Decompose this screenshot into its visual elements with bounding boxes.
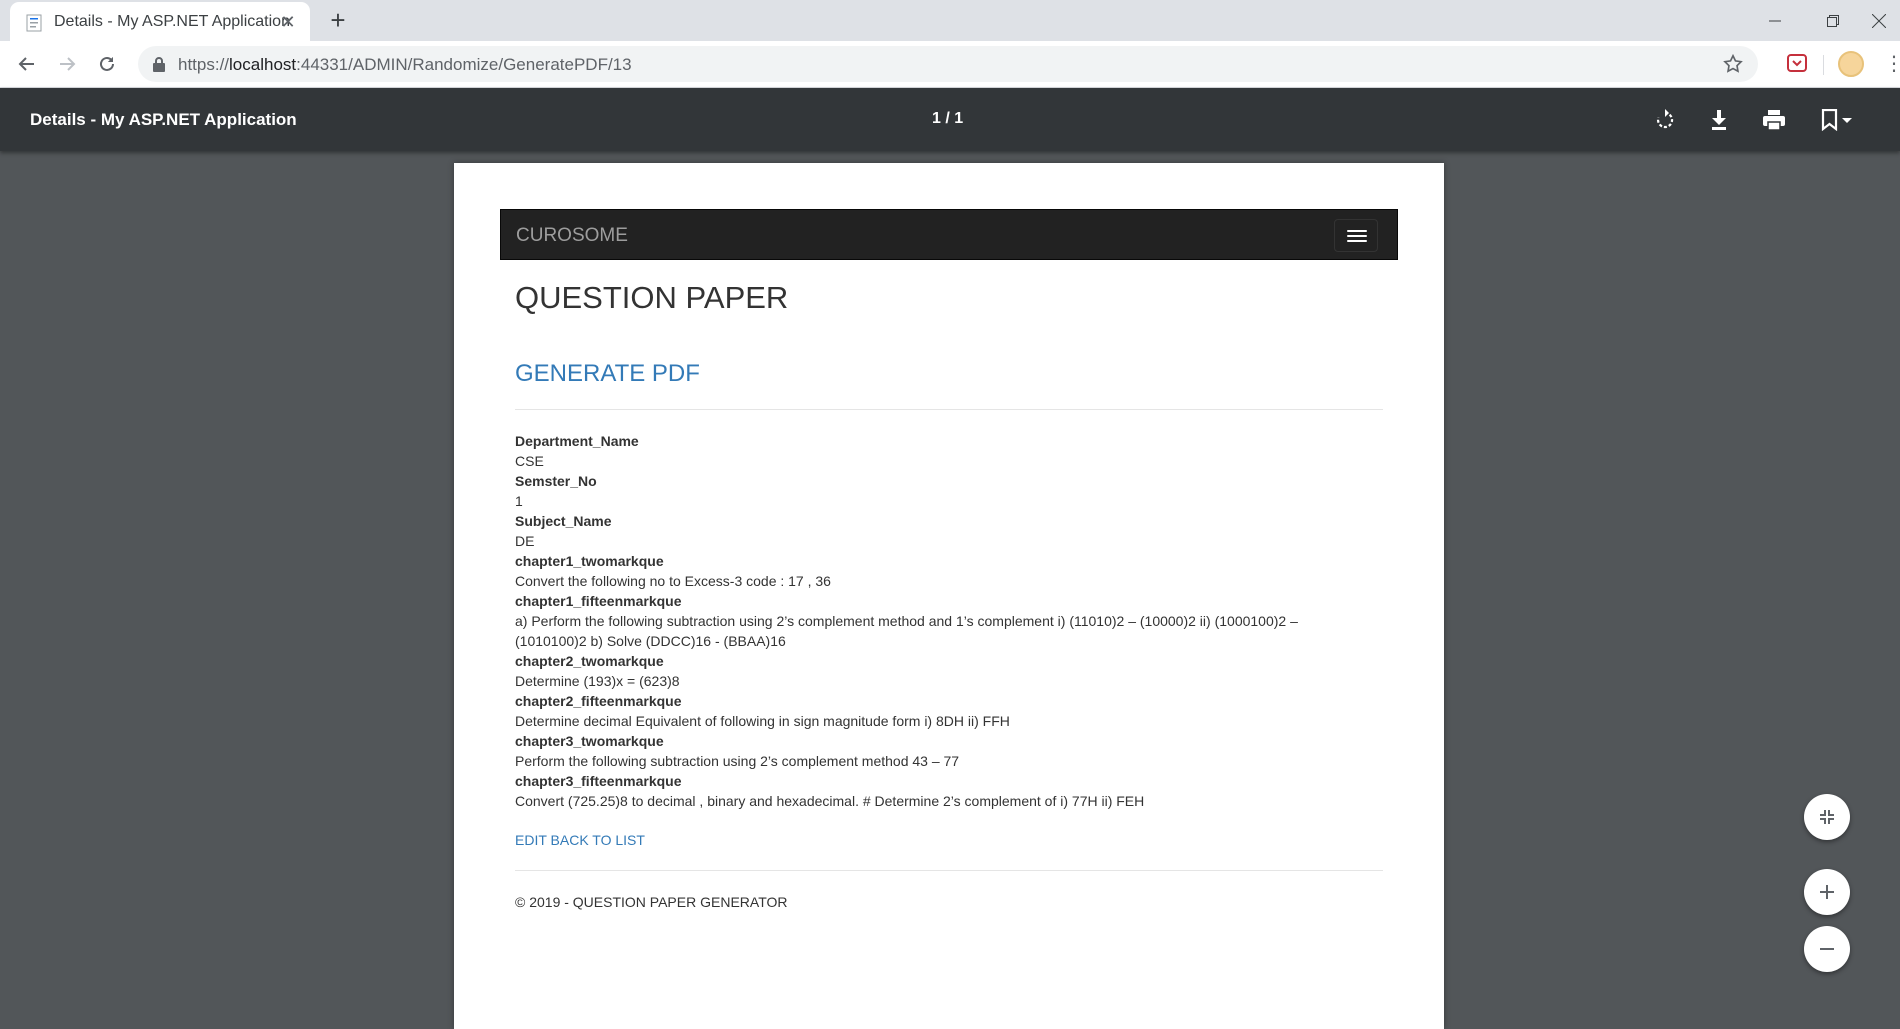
star-icon[interactable]: [1722, 53, 1744, 75]
field-term: chapter1_fifteenmarkque: [515, 593, 682, 609]
hamburger-menu-icon[interactable]: [1334, 219, 1378, 252]
field-value: Convert the following no to Excess-3 cod…: [515, 573, 831, 589]
edit-back-to-list-link[interactable]: EDIT BACK TO LIST: [515, 832, 645, 848]
tab-title: Details - My ASP.NET Application: [54, 13, 290, 30]
field-value: a) Perform the following subtraction usi…: [515, 613, 1298, 649]
minimize-icon[interactable]: [1752, 0, 1798, 41]
close-window-icon[interactable]: [1856, 0, 1900, 41]
field-term: Department_Name: [515, 433, 639, 449]
fit-page-icon[interactable]: [1804, 794, 1850, 840]
page-indicator: 1 / 1: [932, 110, 964, 127]
field-term: chapter3_twomarkque: [515, 733, 664, 749]
zoom-out-icon[interactable]: [1804, 926, 1850, 972]
download-icon[interactable]: [1703, 104, 1735, 136]
details-list: Department_Name CSE Semster_No 1 Subject…: [515, 431, 1335, 811]
site-navbar: CUROSOME: [500, 209, 1398, 260]
print-icon[interactable]: [1758, 104, 1790, 136]
field-term: chapter1_twomarkque: [515, 553, 664, 569]
divider: [515, 409, 1383, 410]
field-value: Determine (193)x = (623)8: [515, 673, 680, 689]
navbar-brand[interactable]: CUROSOME: [516, 225, 628, 247]
field-value: DE: [515, 533, 535, 549]
back-icon[interactable]: [13, 50, 41, 78]
reload-icon[interactable]: [93, 50, 121, 78]
pocket-extension-icon[interactable]: [1786, 52, 1808, 74]
field-term: chapter2_twomarkque: [515, 653, 664, 669]
field-value: Convert (725.25)8 to decimal , binary an…: [515, 793, 1145, 809]
page-subheading: GENERATE PDF: [515, 360, 700, 387]
field-value: CSE: [515, 453, 544, 469]
field-term: Subject_Name: [515, 513, 612, 529]
field-term: chapter2_fifteenmarkque: [515, 693, 682, 709]
pdf-title: Details - My ASP.NET Application: [30, 110, 297, 129]
more-menu-icon[interactable]: ⋮: [1884, 52, 1900, 76]
field-value: Determine decimal Equivalent of followin…: [515, 713, 1010, 729]
field-term: Semster_No: [515, 473, 597, 489]
lock-icon: [153, 57, 165, 72]
field-value: Perform the following subtraction using …: [515, 753, 960, 769]
url-text[interactable]: https://localhost:44331/ADMIN/Randomize/…: [178, 55, 632, 75]
page-footer: © 2019 - QUESTION PAPER GENERATOR: [515, 894, 788, 910]
bookmark-icon[interactable]: [1817, 104, 1857, 136]
restore-icon[interactable]: [1810, 0, 1856, 41]
profile-avatar[interactable]: [1838, 51, 1864, 77]
pdf-page: CUROSOME QUESTION PAPER GENERATE PDF Dep…: [454, 163, 1444, 1029]
divider: [515, 870, 1383, 871]
rotate-icon[interactable]: [1649, 104, 1681, 136]
field-value: 1: [515, 493, 523, 509]
close-tab-icon[interactable]: ✕: [278, 12, 298, 32]
pdf-viewer-toolbar: Details - My ASP.NET Application 1 / 1: [0, 88, 1900, 151]
page-heading: QUESTION PAPER: [515, 280, 789, 315]
forward-icon[interactable]: [53, 50, 81, 78]
browser-tab[interactable]: Details - My ASP.NET Application ✕: [10, 2, 310, 41]
zoom-in-icon[interactable]: [1804, 869, 1850, 915]
new-tab-icon[interactable]: +: [325, 7, 351, 34]
document-favicon-icon: [26, 14, 42, 32]
tab-strip: Details - My ASP.NET Application ✕ +: [0, 0, 1900, 41]
field-term: chapter3_fifteenmarkque: [515, 773, 682, 789]
browser-toolbar: https://localhost:44331/ADMIN/Randomize/…: [0, 41, 1900, 88]
address-bar[interactable]: https://localhost:44331/ADMIN/Randomize/…: [138, 46, 1758, 82]
toolbar-separator: [1823, 55, 1824, 75]
